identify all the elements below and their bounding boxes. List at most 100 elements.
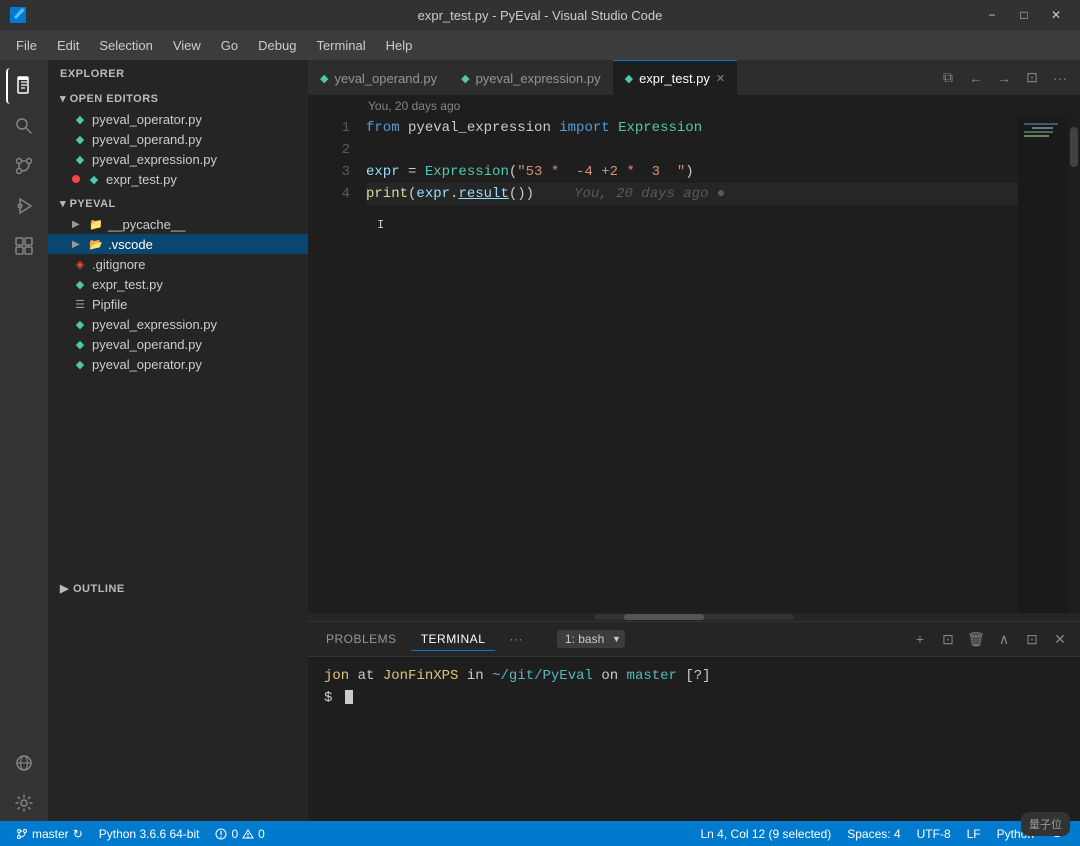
line-num-4: 4 [308,183,350,205]
h-scrollbar-track [594,614,794,620]
refresh-icon: ↻ [73,827,83,841]
split-editor-button[interactable]: ⧉ [936,66,960,90]
line-numbers: 1 2 3 4 [308,117,358,613]
tab-py-icon: ◆ [625,72,633,85]
menu-view[interactable]: View [165,34,209,57]
statusbar-spaces[interactable]: Spaces: 4 [839,821,908,846]
outline-header[interactable]: ▶ OUTLINE [48,574,308,603]
py-icon: ◆ [72,131,88,147]
code-line-3: expr = Expression("53 * -4 +2 * 3 ") [366,161,1018,183]
activity-source-control[interactable] [6,148,42,184]
titlebar-title: expr_test.py - PyEval - Visual Studio Co… [418,8,663,23]
terminal-input-line[interactable]: $ [324,687,1064,709]
menu-file[interactable]: File [8,34,45,57]
main-layout: EXPLORER ▾ OPEN EDITORS ◆ pyeval_operato… [0,60,1080,821]
close-button[interactable]: ✕ [1042,5,1070,25]
file-pyeval-expression[interactable]: ◆ pyeval_expression.py [48,314,308,334]
file-pyeval-operand[interactable]: ◆ pyeval_operand.py [48,334,308,354]
menu-go[interactable]: Go [213,34,246,57]
menu-debug[interactable]: Debug [250,34,304,57]
titlebar-controls: − □ ✕ [978,5,1070,25]
panel-close-button[interactable]: ✕ [1048,627,1072,651]
minimize-button[interactable]: − [978,5,1006,25]
file-expr-test[interactable]: ◆ expr_test.py [48,274,308,294]
open-editor-expression[interactable]: ◆ pyeval_expression.py [48,149,308,169]
open-editor-operator[interactable]: ◆ pyeval_operator.py [48,109,308,129]
editor-scrollbar[interactable] [1068,117,1080,613]
horizontal-scrollbar-area [308,613,1080,621]
py-icon: ◆ [72,356,88,372]
new-terminal-button[interactable]: + [908,627,932,651]
folder-pycache[interactable]: ▶ 📁 __pycache__ [48,214,308,234]
menu-edit[interactable]: Edit [49,34,87,57]
more-actions-button[interactable]: ··· [1048,66,1072,90]
open-editor-operand[interactable]: ◆ pyeval_operand.py [48,129,308,149]
menu-help[interactable]: Help [378,34,421,57]
collapsed-arrow: ▶ [72,219,84,230]
sidebar: EXPLORER ▾ OPEN EDITORS ◆ pyeval_operato… [48,60,308,821]
code-line-1: from pyeval_expression import Expression [366,117,1018,139]
vscode-icon [10,7,26,23]
statusbar-line-ending[interactable]: LF [959,821,989,846]
code-editor[interactable]: 1 2 3 4 from pyeval_exp [308,117,1080,613]
tab-expression[interactable]: ◆ pyeval_expression.py [449,60,613,95]
navigate-back-button[interactable]: ← [964,66,988,90]
terminal-prompt-line: jon at JonFinXPS in ~/git/PyEval on mast… [324,665,1064,687]
panel-tab-more[interactable]: ··· [499,628,533,650]
scrollbar-thumb[interactable] [1070,127,1078,167]
pyeval-header[interactable]: ▾ PYEVAL [48,189,308,214]
maximize-button[interactable]: □ [1010,5,1038,25]
activity-extensions[interactable] [6,228,42,264]
statusbar-python[interactable]: Python 3.6.6 64-bit [91,821,208,846]
file-pipfile[interactable]: ☰ Pipfile [48,294,308,314]
statusbar-cursor[interactable]: Ln 4, Col 12 (9 selected) [693,821,840,846]
watermark: 量子位 [1021,812,1070,836]
h-scrollbar-thumb[interactable] [624,614,704,620]
open-editor-test[interactable]: ◆ expr_test.py [48,169,308,189]
activity-run-debug[interactable] [6,188,42,224]
git-icon: ◈ [72,256,88,272]
activity-remote[interactable] [6,745,42,781]
line-num-1: 1 [308,117,350,139]
editor-area: ◆ yeval_operand.py ◆ pyeval_expression.p… [308,60,1080,821]
warning-icon [242,828,254,840]
menu-terminal[interactable]: Terminal [308,34,373,57]
py-icon: ◆ [86,171,102,187]
tab-operand[interactable]: ◆ yeval_operand.py [308,60,449,95]
panel-tab-terminal[interactable]: TERMINAL [411,628,496,651]
file-pyeval-operator[interactable]: ◆ pyeval_operator.py [48,354,308,374]
statusbar-git-branch[interactable]: master ↻ [8,821,91,846]
terminal-selector[interactable]: 1: bash [557,630,625,648]
statusbar-encoding[interactable]: UTF-8 [909,821,959,846]
terminal-selector-wrap: 1: bash [557,630,625,648]
panel-chevron-up[interactable]: ∧ [992,627,1016,651]
activity-search[interactable] [6,108,42,144]
explorer-header: EXPLORER [48,60,308,84]
file-gitignore[interactable]: ◈ .gitignore [48,254,308,274]
menu-selection[interactable]: Selection [91,34,160,57]
tab-close-icon[interactable]: ✕ [716,72,725,85]
open-editors-header[interactable]: ▾ OPEN EDITORS [48,84,308,109]
terminal-content[interactable]: jon at JonFinXPS in ~/git/PyEval on mast… [308,657,1080,821]
tab-expr-test[interactable]: ◆ expr_test.py ✕ [613,60,738,95]
text-icon: ☰ [72,296,88,312]
code-line-4: print(expr.result())You, 20 days ago ● [366,183,1018,205]
py-icon: ◆ [72,336,88,352]
split-terminal-button[interactable]: ⊡ [936,627,960,651]
panel-layout-button[interactable]: ⊡ [1020,627,1044,651]
panel-tab-bar: PROBLEMS TERMINAL ··· 1: bash + ⊡ 🗑 ∧ ⊡ [308,622,1080,657]
code-content[interactable]: from pyeval_expression import Expression… [358,117,1018,613]
navigate-forward-button[interactable]: → [992,66,1016,90]
menubar: File Edit Selection View Go Debug Termin… [0,30,1080,60]
activity-settings[interactable] [6,785,42,821]
tab-py-icon: ◆ [320,72,328,85]
panel-tab-problems[interactable]: PROBLEMS [316,628,407,650]
folder-vscode[interactable]: ▶ 📂 .vscode [48,234,308,254]
folder-icon: 📁 [88,216,104,232]
statusbar-errors[interactable]: 0 0 [207,821,272,846]
split-layout-button[interactable]: ⊡ [1020,66,1044,90]
error-icon [215,828,227,840]
folder-open-icon: 📂 [88,236,104,252]
trash-terminal-button[interactable]: 🗑 [964,627,988,651]
activity-files[interactable] [6,68,42,104]
